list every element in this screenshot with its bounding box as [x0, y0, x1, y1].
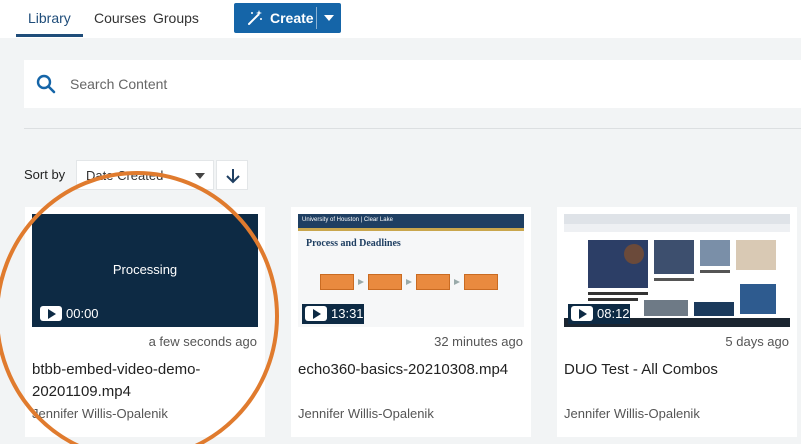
duration-text: 13:31 [331, 306, 364, 321]
search-icon [36, 74, 56, 94]
duration-badge: 13:31 [302, 304, 364, 324]
news-photo [700, 240, 730, 266]
play-icon [40, 306, 62, 321]
browser-bar [564, 214, 790, 224]
tab-library[interactable]: Library [28, 10, 71, 26]
created-time: a few seconds ago [148, 334, 257, 349]
processing-label: Processing [112, 262, 178, 277]
created-time: 5 days ago [725, 334, 789, 349]
media-title[interactable]: DUO Test - All Combos [564, 359, 790, 381]
news-photo [740, 284, 776, 314]
search-bar [24, 60, 801, 108]
browser-toolbar [564, 224, 790, 232]
slide-header: University of Houston | Clear Lake [298, 214, 524, 228]
media-owner: Jennifer Willis-Opalenik [32, 406, 168, 421]
media-card[interactable]: University of Houston | Clear Lake Proce… [291, 207, 531, 437]
headline-text [588, 292, 648, 295]
arrow-down-icon [226, 169, 240, 184]
chevron-down-icon[interactable] [324, 15, 334, 21]
news-photo [644, 300, 688, 316]
news-photo-figure [624, 244, 644, 264]
media-owner: Jennifer Willis-Opalenik [298, 406, 434, 421]
search-input[interactable] [70, 72, 670, 96]
duration-text: 08:12 [597, 306, 630, 321]
flow-arrow [406, 279, 412, 285]
media-thumbnail[interactable]: University of Houston | Clear Lake Proce… [298, 214, 524, 327]
flow-box [416, 274, 450, 290]
media-title[interactable]: echo360-basics-20210308.mp4 [298, 359, 524, 381]
create-button[interactable]: Create [234, 3, 341, 33]
media-owner: Jennifer Willis-Opalenik [564, 406, 700, 421]
top-nav: Library Courses Groups Create [0, 0, 801, 38]
tab-groups[interactable]: Groups [153, 10, 199, 26]
create-button-divider [316, 7, 317, 29]
duration-text: 00:00 [66, 306, 99, 321]
flow-arrow [358, 279, 364, 285]
sort-label: Sort by [24, 167, 66, 182]
flow-box [320, 274, 354, 290]
tab-courses[interactable]: Courses [94, 10, 146, 26]
headline-text [588, 298, 638, 301]
flow-arrow [454, 279, 460, 285]
duration-badge: 08:12 [568, 304, 630, 324]
media-card[interactable]: 08:12 5 days ago DUO Test - All Combos J… [557, 207, 797, 437]
news-photo [736, 240, 776, 270]
divider [24, 128, 801, 129]
media-title[interactable]: btbb-embed-video-demo-20201109.mp4 [32, 359, 258, 403]
create-button-label: Create [270, 10, 314, 26]
media-thumbnail[interactable]: Processing 00:00 [32, 214, 258, 327]
created-time: 32 minutes ago [434, 334, 523, 349]
sort-select[interactable]: Date Created [76, 160, 214, 190]
flow-box [368, 274, 402, 290]
chevron-down-icon [195, 173, 205, 179]
sort-direction-button[interactable] [216, 160, 248, 190]
magic-wand-icon [248, 10, 262, 25]
sort-select-value: Date Created [86, 168, 164, 183]
play-icon [571, 306, 593, 321]
headline-text [700, 270, 730, 273]
media-thumbnail[interactable]: 08:12 [564, 214, 790, 327]
media-card[interactable]: Processing 00:00 a few seconds ago btbb-… [25, 207, 265, 437]
news-photo [654, 240, 694, 274]
slide-title: Process and Deadlines [306, 238, 401, 249]
play-icon [305, 306, 327, 321]
news-photo [694, 302, 734, 316]
flow-box [464, 274, 498, 290]
slide-header-stripe [298, 228, 524, 231]
active-tab-indicator [16, 34, 83, 37]
headline-text [654, 278, 694, 281]
